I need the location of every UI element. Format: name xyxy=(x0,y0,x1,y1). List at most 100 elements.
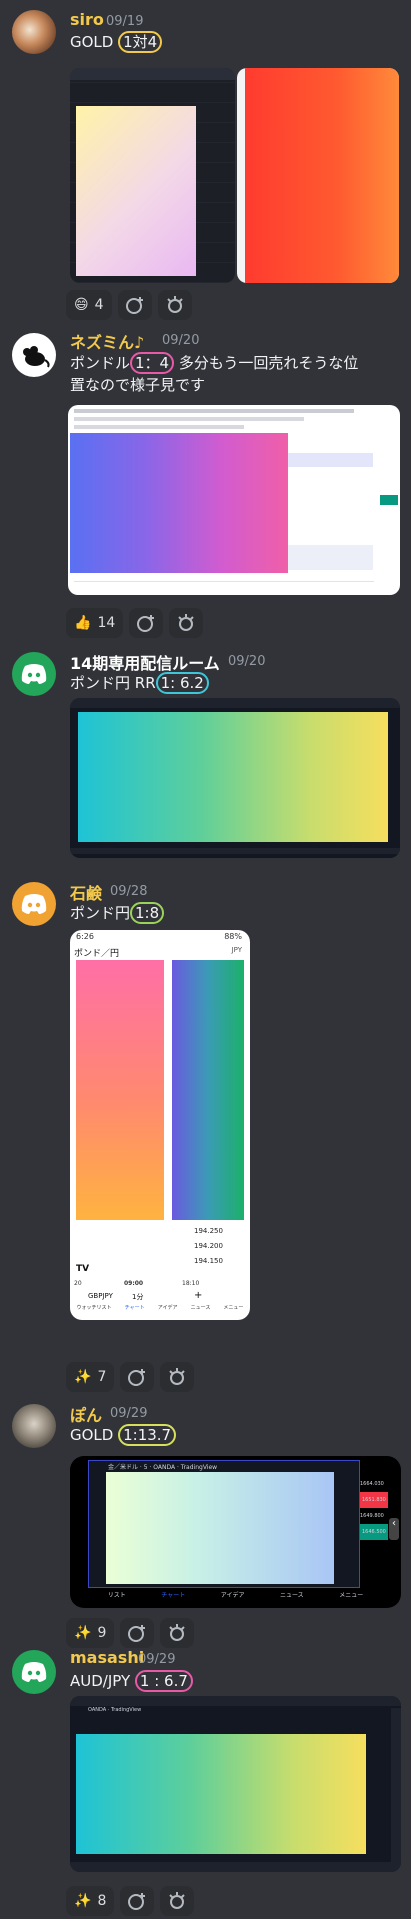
nav-ideas[interactable]: アイデア xyxy=(221,1590,245,1599)
reaction-count: 4 xyxy=(94,297,104,313)
reaction-count: 8 xyxy=(97,1893,107,1909)
add-reaction-button[interactable] xyxy=(129,608,164,638)
add-reaction-icon xyxy=(128,1893,146,1910)
nav-list[interactable]: リスト xyxy=(108,1590,126,1599)
tablet-screenshot-attachment[interactable]: 金／米ドル · 5 · OANDA · TradingView 1664.030… xyxy=(70,1456,401,1608)
reaction-button[interactable]: 😄 4 xyxy=(66,290,112,320)
time-axis: 20 09:00 18:10 xyxy=(74,1280,200,1287)
sparkles-icon: ✨ xyxy=(74,1369,92,1385)
nav-chart[interactable]: チャート xyxy=(161,1590,185,1599)
price-tag-red: 1651.830 xyxy=(360,1492,388,1508)
time-axis xyxy=(70,1862,401,1872)
add-reaction-button[interactable] xyxy=(120,1362,155,1392)
sparkles-icon: ✨ xyxy=(74,1625,92,1641)
timestamp: 09/28 xyxy=(110,884,148,899)
chart-screenshot-attachment[interactable] xyxy=(70,68,235,283)
avatar[interactable] xyxy=(12,10,56,54)
mouse-icon xyxy=(23,346,50,368)
reaction-count: 14 xyxy=(97,615,116,631)
chart-header xyxy=(74,409,354,413)
price-axis: 1664.030 1651.830 1649.800 1646.500 xyxy=(360,1476,388,1540)
super-reaction-button[interactable] xyxy=(157,290,192,320)
reaction-button[interactable]: ✨ 8 xyxy=(66,1886,115,1916)
avatar[interactable] xyxy=(12,1404,56,1448)
price-tick: 1664.030 xyxy=(360,1481,384,1487)
chart-title: OANDA · TradingView xyxy=(88,1707,142,1713)
redacted-block xyxy=(245,68,399,283)
bottom-nav: ウォッチリスト チャート アイデア ニュース メニュー xyxy=(70,1304,250,1320)
avatar[interactable] xyxy=(12,652,56,696)
discord-logo-icon xyxy=(21,1662,47,1682)
battery-level: 88% xyxy=(224,932,242,941)
price-axis: 194.250 194.200 194.150 xyxy=(194,1224,223,1269)
nav-menu[interactable]: メニュー xyxy=(223,1304,243,1320)
chart-screenshot-attachment[interactable] xyxy=(237,68,399,283)
interval-label: 1分 xyxy=(132,1293,144,1301)
username[interactable]: 14期専用配信ルーム xyxy=(70,650,220,674)
timestamp: 09/29 xyxy=(138,1652,176,1667)
chart-title: 金／米ドル · 5 · OANDA · TradingView xyxy=(108,1464,218,1471)
tradingview-logo-icon: TV xyxy=(76,1264,90,1274)
redacted-block xyxy=(76,960,164,1220)
add-reaction-icon xyxy=(125,297,143,314)
ratio-highlight: 1 : 6.7 xyxy=(134,1670,193,1692)
super-reaction-icon xyxy=(169,1892,186,1909)
ratio-highlight: 1: 6.2 xyxy=(155,672,209,694)
message-text: ポンドル 1：4 多分もう一回売れそうな位 置なので様子見です xyxy=(70,352,359,394)
nav-ideas[interactable]: アイデア xyxy=(158,1304,178,1320)
chart-screenshot-attachment[interactable] xyxy=(70,698,400,858)
chart-toolbar xyxy=(70,698,400,708)
nav-news[interactable]: ニュース xyxy=(191,1304,211,1320)
redacted-block xyxy=(172,960,244,1220)
super-reaction-icon xyxy=(178,614,194,631)
nav-chart[interactable]: チャート xyxy=(125,1304,145,1320)
reaction-button[interactable]: ✨ 7 xyxy=(66,1362,115,1392)
add-reaction-button[interactable] xyxy=(117,290,152,320)
message-text: AUD/JPY 1 : 6.7 xyxy=(70,1670,193,1692)
message-text: ポンド円 RR 1: 6.2 xyxy=(70,672,209,694)
avatar[interactable] xyxy=(12,333,56,377)
super-reaction-button[interactable] xyxy=(169,608,204,638)
price-tick: 194.150 xyxy=(194,1257,223,1265)
add-reaction-icon xyxy=(137,615,155,632)
chart-toolbar xyxy=(70,1696,401,1706)
nav-menu[interactable]: メニュー xyxy=(339,1590,363,1599)
add-reaction-button[interactable] xyxy=(120,1886,155,1916)
redacted-block xyxy=(106,1472,334,1584)
username[interactable]: 石鹸 xyxy=(70,880,102,904)
status-bar: 6:26 88% xyxy=(70,930,250,944)
thumbs-up-icon: 👍 xyxy=(74,615,92,631)
username[interactable]: ネズミん♪ xyxy=(70,329,144,353)
time-axis xyxy=(74,581,374,582)
message-masashi: masashi 09/29 AUD/JPY 1 : 6.7 OANDA · Tr… xyxy=(0,1646,411,1919)
super-reaction-icon xyxy=(169,1368,186,1385)
add-reaction-button[interactable] xyxy=(120,1618,155,1648)
nav-news[interactable]: ニュース xyxy=(280,1590,304,1599)
ratio-highlight: 1対4 xyxy=(118,31,163,53)
sparkles-icon: ✨ xyxy=(74,1893,92,1909)
chart-screenshot-attachment[interactable]: OANDA · TradingView xyxy=(70,1696,401,1872)
ratio-highlight: 1:13.7 xyxy=(118,1424,177,1446)
discord-logo-icon xyxy=(21,894,47,914)
super-reaction-button[interactable] xyxy=(160,1362,195,1392)
chevron-left-icon[interactable]: ‹ xyxy=(389,1518,399,1540)
chart-header xyxy=(74,417,304,421)
avatar[interactable] xyxy=(12,882,56,926)
reactions-bar: 👍 14 xyxy=(66,608,204,638)
reaction-button[interactable]: 👍 14 xyxy=(66,608,124,638)
username[interactable]: masashi xyxy=(70,1648,144,1667)
reaction-button[interactable]: ✨ 9 xyxy=(66,1618,115,1648)
plus-icon[interactable]: + xyxy=(194,1290,202,1301)
price-tick: 194.200 xyxy=(194,1242,223,1250)
super-reaction-button[interactable] xyxy=(160,1618,195,1648)
username[interactable]: siro xyxy=(70,10,104,29)
chart-screenshot-attachment[interactable] xyxy=(68,405,400,595)
super-reaction-button[interactable] xyxy=(160,1886,195,1916)
username[interactable]: ぽん xyxy=(70,1402,102,1426)
avatar[interactable] xyxy=(12,1650,56,1694)
message-text: ポンド円 1:8 xyxy=(70,902,165,924)
price-tick: 1649.800 xyxy=(360,1513,384,1519)
phone-screenshot-attachment[interactable]: 6:26 88% ポンド／円 JPY 194.250 194.200 194.1… xyxy=(70,930,250,1320)
symbol-bar[interactable]: GBPJPY 1分 + xyxy=(70,1290,250,1304)
nav-watchlist[interactable]: ウォッチリスト xyxy=(77,1304,112,1320)
